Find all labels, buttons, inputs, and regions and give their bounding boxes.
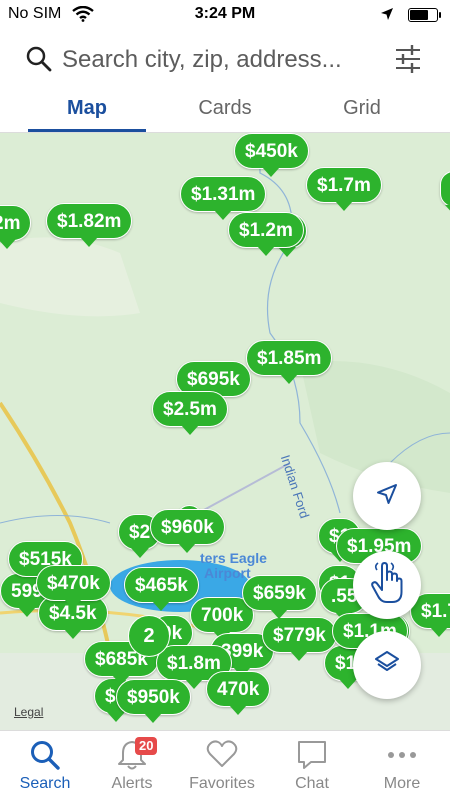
app-root: No SIM 3:24 PM Map Cards Grid <box>0 0 450 800</box>
nav-alerts[interactable]: Alerts <box>87 731 177 800</box>
listing-cluster[interactable]: 2 <box>128 615 170 657</box>
nav-more-label: More <box>383 775 421 792</box>
search-icon <box>0 739 90 773</box>
map-view[interactable]: Indian Ford ters Eagle Airport 2m m $450… <box>0 133 450 730</box>
nav-favorites-label: Favorites <box>189 775 255 792</box>
bottom-nav: Search Alerts 20 Favorites Chat More <box>0 730 450 800</box>
nav-chat[interactable]: Chat <box>267 731 357 800</box>
legal-link[interactable]: Legal <box>14 705 43 719</box>
search-icon <box>26 46 52 77</box>
price-pin[interactable]: $779k <box>262 617 337 661</box>
price-pin[interactable]: $1.7m <box>306 167 382 211</box>
search-input[interactable] <box>62 44 382 76</box>
search-bar <box>0 34 450 86</box>
price-pin[interactable]: $950k <box>116 679 191 723</box>
price-pin[interactable]: $960k <box>150 509 225 553</box>
view-tabs: Map Cards Grid <box>0 88 450 133</box>
tab-map[interactable]: Map <box>12 97 162 120</box>
price-pin[interactable]: $470k <box>36 565 111 609</box>
my-location-button[interactable] <box>353 462 421 530</box>
tab-cards[interactable]: Cards <box>150 97 300 120</box>
battery-icon <box>408 8 441 22</box>
price-pin[interactable]: 470k <box>206 671 271 715</box>
nav-favorites[interactable]: Favorites <box>177 731 267 800</box>
price-pin[interactable]: $450k <box>234 133 309 177</box>
active-tab-indicator <box>28 129 146 132</box>
draw-area-button[interactable] <box>353 551 421 619</box>
nav-alerts-label: Alerts <box>111 775 153 792</box>
price-pin[interactable]: $659k <box>242 575 317 619</box>
price-pin[interactable]: $2.5m <box>152 391 228 435</box>
price-pin[interactable]: $1.2m <box>228 212 304 256</box>
chat-bubble-icon <box>267 739 357 773</box>
tab-grid[interactable]: Grid <box>287 97 437 120</box>
bell-icon <box>87 739 177 773</box>
status-bar: No SIM 3:24 PM <box>0 0 450 32</box>
navigation-arrow-icon <box>376 483 398 510</box>
battery-fill <box>410 10 428 20</box>
price-pin[interactable]: $1.82m <box>46 203 133 247</box>
nav-more[interactable]: More <box>357 731 447 800</box>
airport-label-line1: ters Eagle <box>200 550 267 566</box>
filter-sliders-icon[interactable] <box>394 44 422 79</box>
location-arrow-icon <box>380 7 394 26</box>
nav-chat-label: Chat <box>295 775 329 792</box>
nav-search[interactable]: Search <box>0 731 90 800</box>
price-pin[interactable]: $465k <box>124 567 199 611</box>
more-dots-icon <box>357 739 447 773</box>
alerts-badge: 20 <box>135 737 158 755</box>
price-pin[interactable]: $1.31m <box>180 176 267 220</box>
map-layers-button[interactable] <box>353 631 421 699</box>
price-pin[interactable]: $1.85m <box>246 340 333 384</box>
nav-search-label: Search <box>19 775 71 792</box>
layers-icon <box>373 649 401 682</box>
heart-icon <box>177 739 267 773</box>
hand-pointer-icon <box>370 561 404 609</box>
